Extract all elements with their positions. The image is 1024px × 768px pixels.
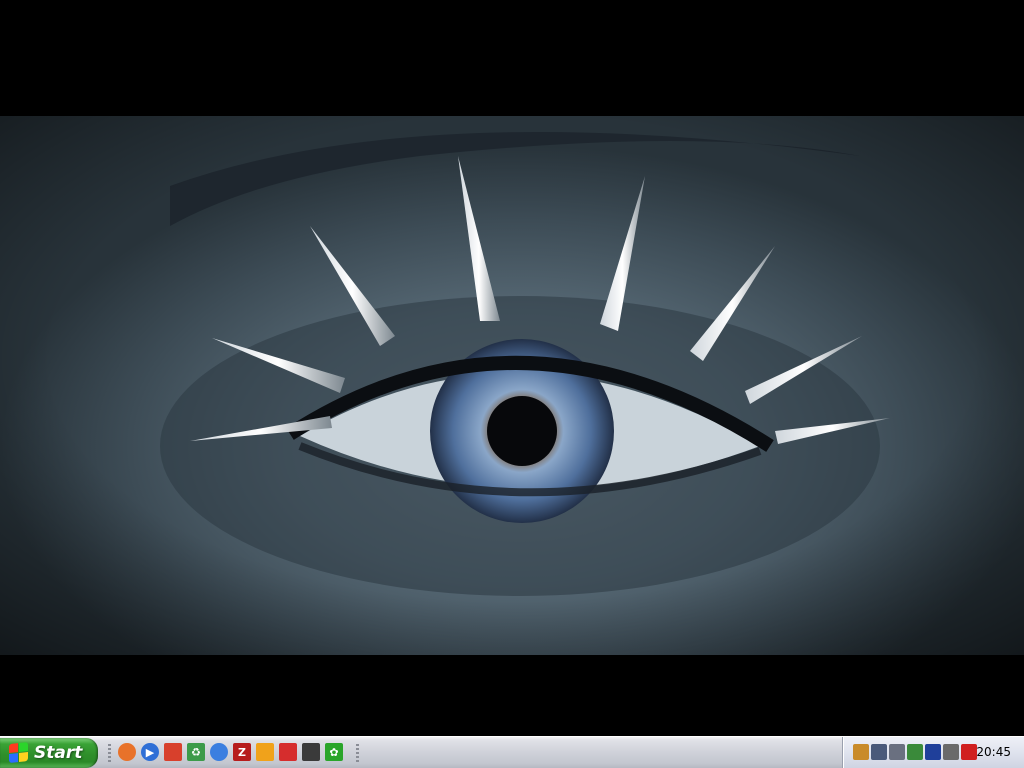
icq-flower-icon[interactable]: ✿ <box>325 743 343 761</box>
media-player-icon[interactable]: ▶ <box>141 743 159 761</box>
system-tray: 20:45 <box>842 737 1024 768</box>
notepad-icon[interactable] <box>853 744 869 760</box>
video-app-icon[interactable] <box>279 743 297 761</box>
network-icon[interactable] <box>871 744 887 760</box>
firefox-icon[interactable] <box>118 743 136 761</box>
quick-launch-bar: ▶ ♻ Z ✿ <box>118 743 343 763</box>
desktop[interactable] <box>0 0 1024 736</box>
usb-device-icon[interactable] <box>907 744 923 760</box>
file-manager-icon[interactable] <box>164 743 182 761</box>
filezilla-icon[interactable]: Z <box>233 743 251 761</box>
start-button[interactable]: Start <box>0 738 98 768</box>
quick-launch-grip[interactable] <box>108 744 111 762</box>
tray-icons <box>853 744 977 760</box>
monitor-tray-icon[interactable] <box>943 744 959 760</box>
wallpaper <box>0 116 1024 655</box>
antivirus-icon[interactable] <box>961 744 977 760</box>
terminal-icon[interactable] <box>302 743 320 761</box>
globe-icon[interactable] <box>210 743 228 761</box>
clock[interactable]: 20:45 <box>976 745 1011 759</box>
app-tray-icon[interactable] <box>925 744 941 760</box>
speaker-icon[interactable] <box>889 744 905 760</box>
windows-logo-icon <box>9 742 29 764</box>
eye-wallpaper-image <box>0 116 1024 655</box>
start-label: Start <box>34 743 83 763</box>
folder-icon[interactable] <box>256 743 274 761</box>
recycle-icon[interactable]: ♻ <box>187 743 205 761</box>
taskbar: Start ▶ ♻ Z ✿ 20:45 <box>0 736 1024 768</box>
taskbar-grip[interactable] <box>356 744 359 762</box>
